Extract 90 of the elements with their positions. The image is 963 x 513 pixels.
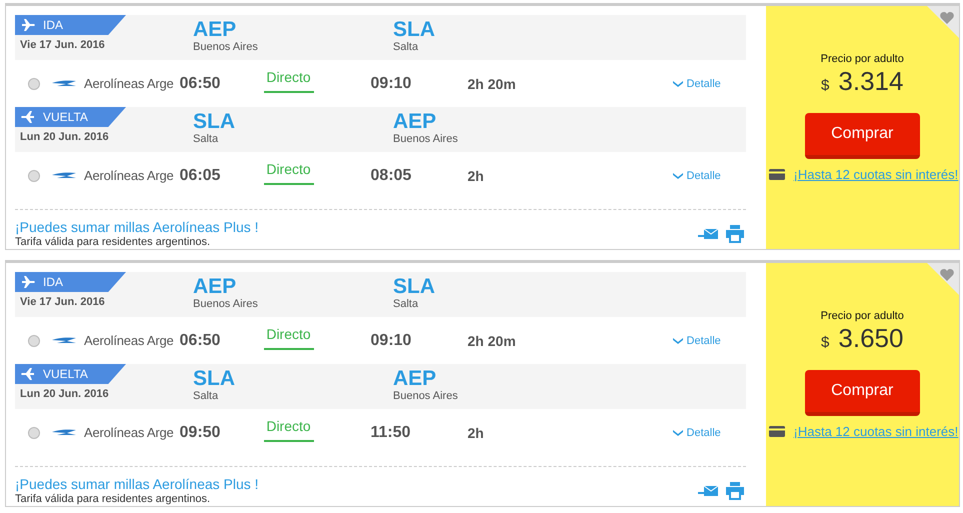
leg-label: VUELTA [43, 110, 88, 124]
airline-logo-icon [52, 80, 76, 88]
fare-note: Tarifa válida para residentes argentinos. [15, 236, 212, 248]
leg-date: Vie 17 Jun. 2016 [19, 38, 106, 51]
departure-time: 06:50 [180, 332, 222, 350]
installments-link[interactable]: ¡Hasta 12 cuotas sin interés! [794, 424, 958, 439]
airline-name: Aerolíneas Arge [84, 76, 174, 91]
flight-duration: 2h [468, 424, 485, 440]
miles-text: ¡Puedes sumar millas Aerolíneas Plus ! [15, 476, 259, 492]
detail-label[interactable]: Detalle [686, 334, 721, 346]
credit-card-icon [768, 169, 785, 180]
print-icon[interactable] [726, 224, 744, 242]
departure-time: 09:50 [180, 424, 222, 442]
detail-label[interactable]: Detalle [686, 170, 721, 182]
airport-city: Buenos Aires [193, 41, 259, 53]
leg-date: Vie 17 Jun. 2016 [19, 295, 106, 308]
stops-label: Directo [264, 326, 314, 350]
airport-city: Salta [193, 390, 220, 402]
airport-city: Buenos Aires [393, 390, 459, 402]
credit-card-icon [768, 426, 785, 437]
chevron-down-icon [672, 80, 683, 86]
print-icon[interactable] [726, 482, 744, 500]
currency-symbol: $ [821, 334, 830, 351]
airport-code: SLA [393, 19, 436, 41]
email-icon[interactable] [698, 484, 718, 496]
plane-icon [21, 276, 35, 288]
airline-logo-icon [52, 428, 76, 436]
detail-link[interactable]: Detalle [672, 170, 721, 182]
buy-button[interactable]: Comprar [804, 370, 920, 416]
leg-date: Lun 20 Jun. 2016 [19, 130, 110, 143]
fare-note: Tarifa válida para residentes argentinos. [15, 493, 212, 505]
airport-code: AEP [393, 368, 438, 390]
currency-symbol: $ [821, 77, 830, 94]
arrival-time: 08:05 [370, 166, 412, 184]
stops-label: Directo [264, 418, 314, 442]
airline-logo-icon [52, 336, 76, 344]
airport-code: AEP [393, 111, 438, 133]
price-label: Precio por adulto [820, 310, 904, 322]
radio-button[interactable] [28, 426, 40, 438]
stops-label: Directo [264, 160, 314, 184]
detail-link[interactable]: Detalle [672, 426, 721, 438]
airline-logo-icon [52, 172, 76, 180]
chevron-down-icon [672, 172, 683, 178]
plane-icon [21, 19, 35, 31]
airport-code: SLA [393, 276, 436, 298]
leg-date: Lun 20 Jun. 2016 [19, 387, 110, 400]
airport-code: AEP [193, 276, 238, 298]
detail-label[interactable]: Detalle [686, 78, 721, 90]
installments-link[interactable]: ¡Hasta 12 cuotas sin interés! [794, 167, 958, 182]
heart-icon[interactable] [940, 12, 954, 24]
arrival-time: 11:50 [370, 424, 412, 442]
leg-label: IDA [43, 18, 64, 32]
airline-name: Aerolíneas Arge [84, 425, 174, 440]
price-amount: 3.650 [838, 323, 904, 354]
leg-label: VUELTA [43, 367, 88, 381]
buy-button[interactable]: Comprar [804, 113, 920, 159]
email-icon[interactable] [698, 228, 718, 240]
departure-time: 06:50 [180, 74, 222, 92]
arrival-time: 09:10 [370, 74, 412, 92]
price-amount: 3.314 [838, 66, 904, 97]
plane-icon [21, 111, 35, 123]
airline-name: Aerolíneas Arge [84, 168, 174, 183]
plane-icon [21, 368, 35, 380]
airport-code: AEP [193, 19, 238, 41]
airline-name: Aerolíneas Arge [84, 333, 174, 348]
radio-button[interactable] [28, 78, 40, 90]
airport-city: Salta [393, 298, 420, 310]
leg-label: IDA [43, 275, 64, 289]
airport-city: Salta [393, 41, 420, 53]
detail-label[interactable]: Detalle [686, 426, 721, 438]
radio-button[interactable] [28, 334, 40, 346]
heart-icon[interactable] [940, 269, 954, 281]
detail-link[interactable]: Detalle [672, 334, 721, 346]
airport-city: Buenos Aires [193, 298, 259, 310]
miles-text: ¡Puedes sumar millas Aerolíneas Plus ! [15, 219, 259, 235]
chevron-down-icon [672, 338, 683, 344]
airport-code: SLA [193, 368, 236, 390]
arrival-time: 09:10 [370, 332, 412, 350]
airport-city: Salta [193, 133, 220, 145]
chevron-down-icon [672, 430, 683, 436]
airport-city: Buenos Aires [393, 133, 459, 145]
radio-button[interactable] [28, 170, 40, 182]
departure-time: 06:05 [180, 166, 222, 184]
flight-duration: 2h 20m [468, 332, 517, 348]
stops-label: Directo [264, 68, 314, 92]
detail-link[interactable]: Detalle [672, 78, 721, 90]
price-label: Precio por adulto [820, 53, 904, 65]
flight-duration: 2h [468, 168, 485, 184]
airport-code: SLA [193, 111, 236, 133]
flight-duration: 2h 20m [468, 76, 517, 92]
